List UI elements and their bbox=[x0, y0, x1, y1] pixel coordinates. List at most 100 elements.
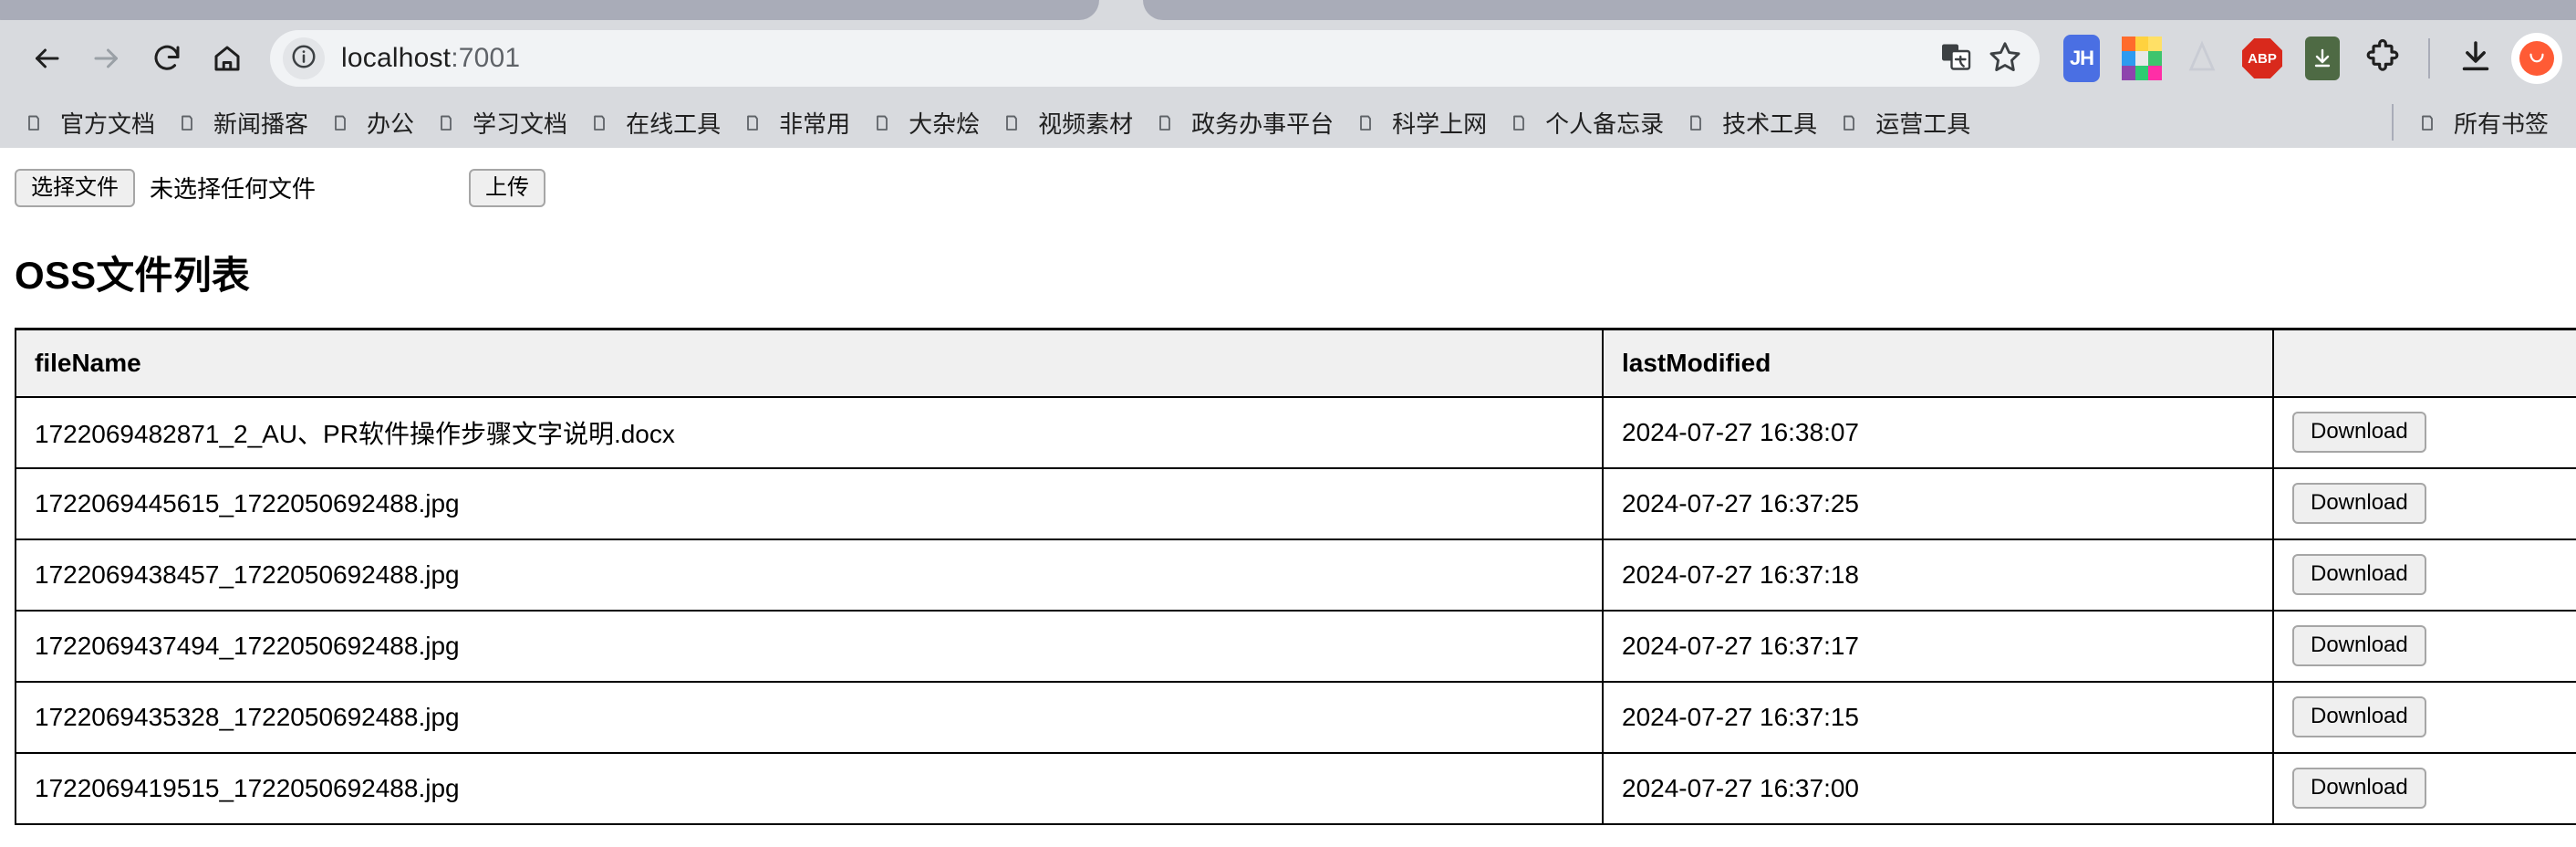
download-button[interactable]: Download bbox=[2292, 625, 2426, 666]
bookmark-label: 视频素材 bbox=[1038, 110, 1134, 138]
bookmark-item[interactable]: 官方文档 bbox=[15, 100, 168, 145]
bookmark-item[interactable]: 办公 bbox=[321, 100, 427, 145]
download-tray-icon bbox=[2457, 38, 2494, 79]
triangle-extension-icon[interactable] bbox=[2180, 37, 2224, 80]
cell-filename: 1722069435328_1722050692488.jpg bbox=[15, 680, 1604, 754]
cell-lastmodified: 2024-07-27 16:37:18 bbox=[1602, 538, 2274, 612]
choose-file-button[interactable]: 选择文件 bbox=[15, 168, 135, 208]
downloads-button[interactable] bbox=[2454, 37, 2498, 80]
cell-action: Download bbox=[2272, 395, 2576, 469]
cell-filename: 1722069482871_2_AU、PR软件操作步骤文字说明.docx bbox=[15, 395, 1604, 469]
color-grid-glyph bbox=[2122, 37, 2162, 80]
abp-badge: ABP bbox=[2242, 38, 2282, 78]
bookmark-label: 运营工具 bbox=[1875, 110, 1971, 138]
column-header-action bbox=[2272, 328, 2576, 398]
bookmark-label: 学习文档 bbox=[473, 110, 568, 138]
download-button[interactable]: Download bbox=[2292, 412, 2426, 453]
tab-strip bbox=[0, 0, 2576, 20]
table-row: 1722069435328_1722050692488.jpg 2024-07-… bbox=[15, 680, 2576, 754]
column-header-filename: fileName bbox=[15, 328, 1604, 398]
folder-icon bbox=[1359, 112, 1383, 132]
folder-icon bbox=[876, 112, 899, 132]
table-header-row: fileName lastModified bbox=[15, 328, 2576, 398]
download-button[interactable]: Download bbox=[2292, 768, 2426, 809]
bookmark-item[interactable]: 个人备忘录 bbox=[1500, 100, 1677, 145]
bookmark-item[interactable]: 政务办事平台 bbox=[1146, 100, 1346, 145]
tab-inactive-left[interactable] bbox=[0, 0, 1099, 20]
bookmark-star-button[interactable] bbox=[1983, 37, 2027, 80]
browser-toolbar: localhost:7001 G JH ABP bbox=[0, 20, 2576, 97]
page-content: 选择文件 未选择任何文件 上传 OSS文件列表 fileName lastMod… bbox=[0, 148, 2576, 847]
address-bar[interactable]: localhost:7001 G bbox=[270, 30, 2040, 87]
bookmark-item[interactable]: 在线工具 bbox=[580, 100, 733, 145]
folder-icon bbox=[1512, 112, 1536, 132]
folder-icon bbox=[27, 112, 51, 132]
star-icon bbox=[1988, 39, 2022, 78]
bookmark-item[interactable]: 学习文档 bbox=[427, 100, 580, 145]
table-row: 1722069482871_2_AU、PR软件操作步骤文字说明.docx 202… bbox=[15, 395, 2576, 469]
profile-avatar-button[interactable] bbox=[2514, 36, 2560, 81]
address-bar-text[interactable]: localhost:7001 bbox=[341, 43, 520, 74]
bookmark-item[interactable]: 视频素材 bbox=[992, 100, 1146, 145]
color-grid-extension-icon[interactable] bbox=[2120, 37, 2164, 80]
translate-icon: G bbox=[1939, 40, 1972, 78]
cell-filename: 1722069437494_1722050692488.jpg bbox=[15, 609, 1604, 683]
table-row: 1722069419515_1722050692488.jpg 2024-07-… bbox=[15, 751, 2576, 825]
cell-lastmodified: 2024-07-27 16:37:00 bbox=[1602, 751, 2274, 825]
tab-inactive-right[interactable] bbox=[1143, 0, 2576, 20]
triangle-glyph bbox=[2183, 37, 2221, 80]
cell-lastmodified: 2024-07-27 16:37:25 bbox=[1602, 466, 2274, 540]
arrow-left-icon bbox=[30, 42, 63, 75]
back-button[interactable] bbox=[16, 28, 77, 89]
cell-filename: 1722069438457_1722050692488.jpg bbox=[15, 538, 1604, 612]
folder-icon bbox=[440, 112, 463, 132]
table-row: 1722069437494_1722050692488.jpg 2024-07-… bbox=[15, 609, 2576, 683]
reload-button[interactable] bbox=[137, 28, 197, 89]
folder-icon bbox=[746, 112, 770, 132]
bookmark-label: 科学上网 bbox=[1392, 110, 1488, 138]
cell-action: Download bbox=[2272, 466, 2576, 540]
cell-lastmodified: 2024-07-27 16:37:15 bbox=[1602, 680, 2274, 754]
translate-button[interactable]: G bbox=[1934, 37, 1978, 80]
bookmark-label: 办公 bbox=[367, 110, 415, 138]
bookmark-label: 非常用 bbox=[779, 110, 851, 138]
folder-icon bbox=[2421, 112, 2445, 132]
site-info-button[interactable] bbox=[283, 37, 325, 79]
all-bookmarks-label: 所有书签 bbox=[2453, 110, 2549, 138]
upload-button[interactable]: 上传 bbox=[469, 168, 546, 208]
folder-icon bbox=[1158, 112, 1182, 132]
folder-icon bbox=[1843, 112, 1866, 132]
download-button[interactable]: Download bbox=[2292, 554, 2426, 595]
cell-filename: 1722069445615_1722050692488.jpg bbox=[15, 466, 1604, 540]
jh-extension-icon[interactable]: JH bbox=[2060, 35, 2103, 82]
folder-icon bbox=[334, 112, 358, 132]
home-button[interactable] bbox=[197, 28, 257, 89]
download-button[interactable]: Download bbox=[2292, 483, 2426, 524]
adblock-plus-icon[interactable]: ABP bbox=[2240, 37, 2284, 80]
folder-icon bbox=[1689, 112, 1713, 132]
puzzle-extensions-icon[interactable] bbox=[2361, 37, 2405, 80]
all-bookmarks-item[interactable]: 所有书签 bbox=[2408, 100, 2561, 145]
bookmark-item[interactable]: 运营工具 bbox=[1830, 100, 1983, 145]
home-icon bbox=[211, 42, 244, 75]
file-picker[interactable]: 选择文件 未选择任何文件 bbox=[15, 168, 316, 208]
extensions-area: JH ABP bbox=[2051, 35, 2560, 82]
puzzle-glyph bbox=[2364, 38, 2401, 79]
bookmark-item[interactable]: 非常用 bbox=[733, 100, 863, 145]
folder-icon bbox=[1005, 112, 1029, 132]
folder-icon bbox=[181, 112, 204, 132]
bookmark-item[interactable]: 新闻播客 bbox=[168, 100, 321, 145]
idm-download-extension-icon[interactable] bbox=[2301, 37, 2344, 80]
cell-lastmodified: 2024-07-27 16:38:07 bbox=[1602, 395, 2274, 469]
bookmark-label: 政务办事平台 bbox=[1191, 110, 1335, 138]
url-host: localhost bbox=[341, 43, 452, 73]
forward-button[interactable] bbox=[77, 28, 137, 89]
bookmark-label: 技术工具 bbox=[1722, 110, 1818, 138]
reload-icon bbox=[151, 42, 183, 75]
bookmark-item[interactable]: 大杂烩 bbox=[863, 100, 992, 145]
arrow-right-icon bbox=[90, 42, 123, 75]
download-button[interactable]: Download bbox=[2292, 696, 2426, 737]
bookmark-item[interactable]: 科学上网 bbox=[1346, 100, 1500, 145]
table-row: 1722069445615_1722050692488.jpg 2024-07-… bbox=[15, 466, 2576, 540]
bookmark-item[interactable]: 技术工具 bbox=[1677, 100, 1830, 145]
